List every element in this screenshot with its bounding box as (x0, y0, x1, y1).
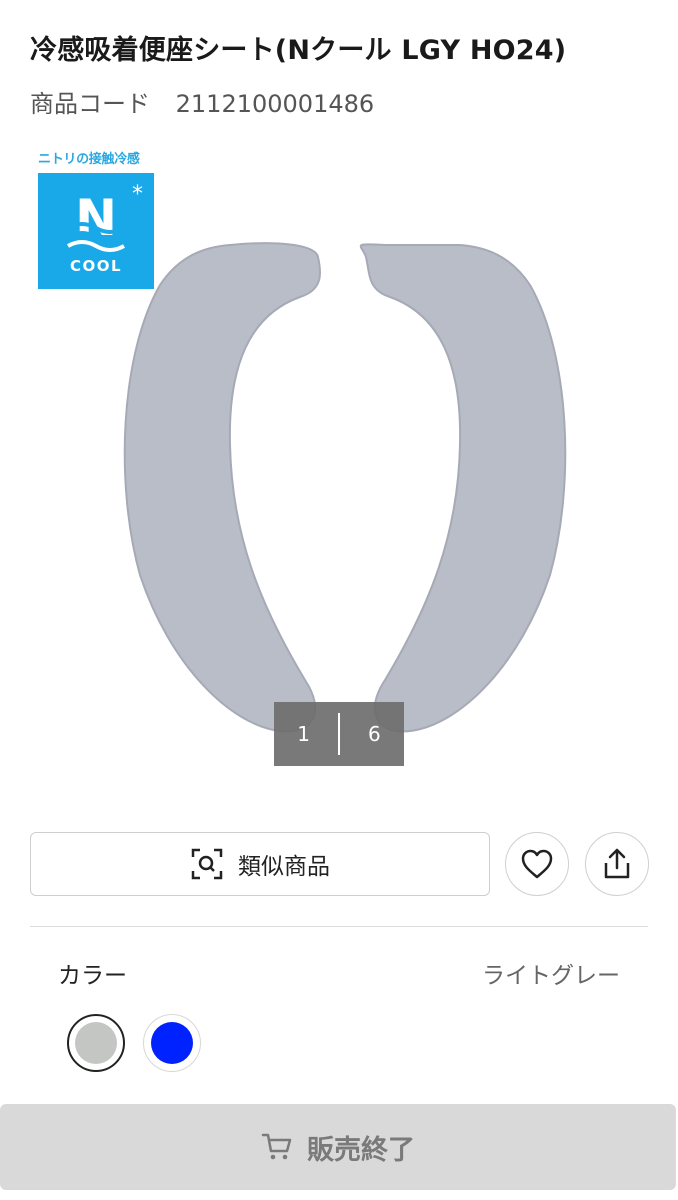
product-title: 冷感吸着便座シート(Nクール LGY HO24) (30, 35, 567, 66)
seat-left-half (123, 242, 321, 733)
swatch-dot-light-gray (75, 1022, 117, 1064)
similar-products-label: 類似商品 (238, 854, 330, 880)
selected-color-name: ライトグレー (482, 963, 620, 989)
toilet-seat-cover-image (123, 242, 567, 733)
product-code-row: 商品コード 2112100001486 (30, 84, 374, 119)
pager-separator (338, 713, 340, 755)
heart-icon (521, 849, 553, 879)
ncool-caption: ニトリの接触冷感 (38, 152, 140, 167)
pager-current: 1 (297, 722, 310, 746)
pager-total: 6 (368, 722, 381, 746)
sold-out-label: 販売終了 (307, 1134, 415, 1166)
similar-products-button[interactable]: 類似商品 (30, 832, 490, 896)
seat-right-half (359, 243, 567, 733)
share-icon (604, 848, 630, 879)
color-swatch-blue[interactable] (143, 1014, 201, 1072)
favorite-button[interactable] (505, 832, 569, 896)
image-pager: 1 6 (274, 702, 404, 766)
swatch-dot-blue (151, 1022, 193, 1064)
share-button[interactable] (585, 832, 649, 896)
color-label: カラー (58, 963, 127, 989)
color-swatch-light-gray[interactable] (67, 1014, 125, 1072)
product-image-gallery[interactable]: ニトリの接触冷感 N * COOL 1 6 (0, 140, 678, 780)
cart-icon (261, 1133, 292, 1160)
product-page: 冷感吸着便座シート(Nクール LGY HO24) 商品コード 211210000… (0, 0, 678, 1200)
product-code-label: 商品コード (30, 90, 150, 118)
section-divider (30, 926, 648, 927)
sold-out-button: 販売終了 (0, 1104, 676, 1190)
svg-text:*: * (132, 182, 143, 207)
image-search-icon (191, 848, 223, 880)
product-code-value: 2112100001486 (175, 90, 375, 118)
